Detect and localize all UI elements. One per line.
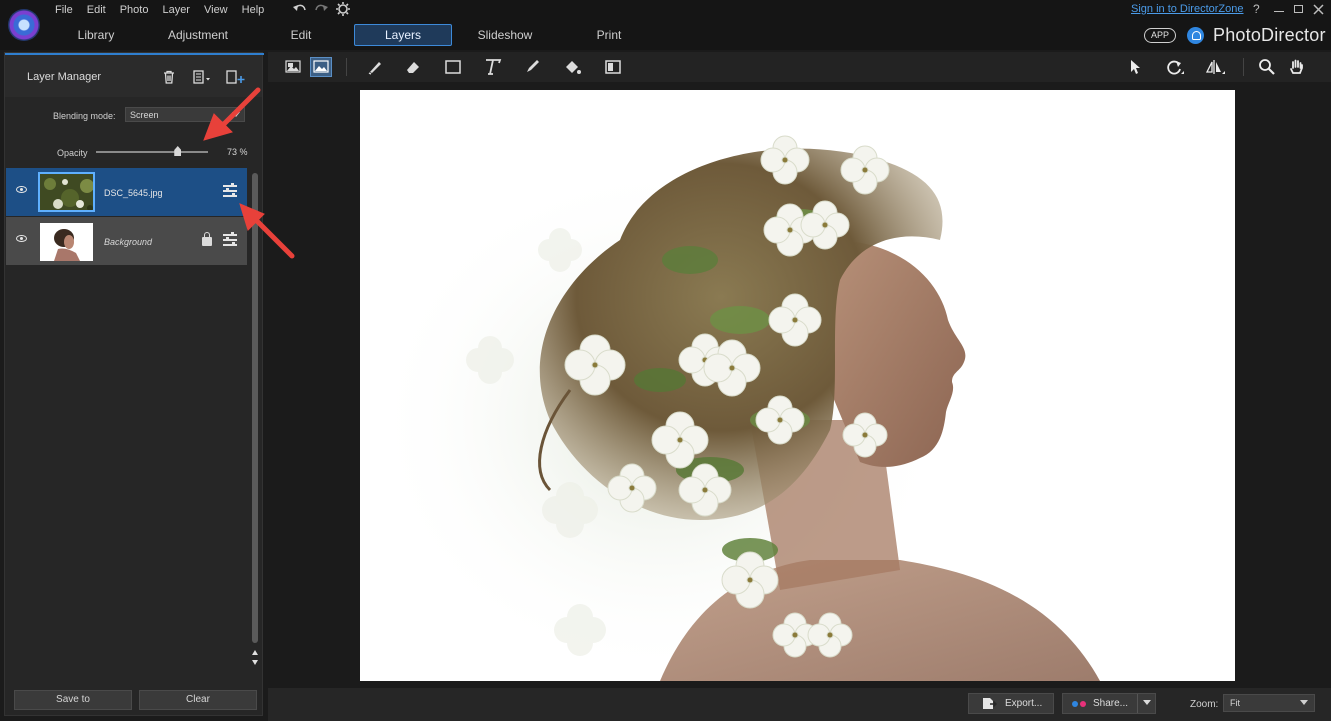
export-label: Export...: [1005, 698, 1043, 709]
panel-header: Layer Manager: [5, 55, 262, 97]
gradient-icon[interactable]: [602, 57, 624, 77]
toolbar-divider: [1243, 58, 1244, 76]
hand-icon[interactable]: [1286, 57, 1308, 77]
tab-slideshow[interactable]: Slideshow: [466, 24, 544, 46]
menu-photo[interactable]: Photo: [113, 2, 156, 18]
toolbar-divider: [346, 58, 347, 76]
opacity-label: Opacity: [57, 148, 88, 158]
settings-gear-icon[interactable]: [335, 1, 351, 17]
add-layer-icon[interactable]: [226, 70, 246, 84]
opacity-slider-track[interactable]: [96, 151, 208, 153]
restore-icon[interactable]: [1294, 5, 1303, 13]
zoom-select[interactable]: Fit: [1223, 694, 1315, 712]
blending-mode-label: Blending mode:: [53, 111, 116, 121]
menu-view[interactable]: View: [197, 2, 235, 18]
share-label: Share...: [1093, 698, 1129, 709]
panel-title: Layer Manager: [27, 71, 101, 83]
opacity-slider-thumb[interactable]: [174, 146, 182, 156]
layer-row-selected[interactable]: DSC_5645.jpg: [6, 168, 247, 216]
text-icon[interactable]: [482, 57, 504, 77]
duplicate-layer-icon[interactable]: [193, 70, 213, 84]
close-icon[interactable]: [1313, 4, 1324, 15]
layer-properties-icon[interactable]: [223, 183, 237, 197]
view-layer-mode-icon[interactable]: [282, 57, 304, 77]
clear-button[interactable]: Clear: [139, 690, 257, 710]
trash-icon[interactable]: [162, 70, 176, 84]
zoom-label: Zoom:: [1190, 699, 1219, 710]
bottom-bar: Export... Share... Zoom: Fit: [268, 688, 1331, 721]
layer-name: Background: [104, 237, 153, 247]
tab-edit[interactable]: Edit: [262, 24, 340, 46]
layer-thumbnail: [40, 223, 93, 261]
blending-mode-value: Screen: [130, 110, 159, 120]
brush-icon[interactable]: [364, 57, 386, 77]
view-photo-mode-icon[interactable]: [310, 57, 332, 77]
blending-mode-select[interactable]: Screen: [125, 107, 245, 122]
fill-icon[interactable]: [562, 57, 584, 77]
menu-bar: File Edit Photo Layer View Help: [48, 2, 271, 18]
scroll-up-icon[interactable]: [252, 650, 258, 655]
share-dot-blue-icon: [1072, 701, 1078, 707]
pen-icon[interactable]: [522, 57, 544, 77]
visibility-eye-icon[interactable]: [16, 235, 27, 242]
rectangle-icon[interactable]: [442, 57, 464, 77]
menu-layer[interactable]: Layer: [155, 2, 197, 18]
menu-file[interactable]: File: [48, 2, 80, 18]
layer-thumbnail: [38, 172, 95, 212]
tab-print[interactable]: Print: [570, 24, 648, 46]
menu-help[interactable]: Help: [235, 2, 272, 18]
brand-name: PhotoDirector: [1213, 25, 1326, 45]
export-icon: [983, 698, 997, 709]
share-divider: [1137, 694, 1138, 713]
opacity-value: 73 %: [227, 147, 248, 157]
signin-link[interactable]: Sign in to DirectorZone: [1131, 3, 1244, 15]
tab-layers[interactable]: Layers: [354, 24, 452, 46]
help-button[interactable]: ?: [1253, 2, 1260, 16]
double-exposure-portrait-image: [360, 90, 1235, 681]
layer-name: DSC_5645.jpg: [104, 188, 163, 198]
undo-icon[interactable]: [292, 1, 308, 17]
eraser-icon[interactable]: [402, 57, 424, 77]
app-badge[interactable]: APP: [1144, 28, 1176, 43]
select-arrow-icon[interactable]: [1124, 57, 1146, 77]
portrait-thumbnail-image: [40, 223, 93, 261]
share-dot-pink-icon: [1080, 701, 1086, 707]
zoom-value: Fit: [1230, 698, 1240, 708]
share-button[interactable]: Share...: [1062, 693, 1156, 714]
rotate-icon[interactable]: [1164, 57, 1186, 77]
app-logo: [8, 9, 40, 41]
redo-icon[interactable]: [313, 1, 329, 17]
flip-icon[interactable]: [1204, 57, 1226, 77]
visibility-eye-icon[interactable]: [16, 186, 27, 193]
scroll-down-icon[interactable]: [252, 660, 258, 665]
export-button[interactable]: Export...: [968, 693, 1054, 714]
tab-library[interactable]: Library: [56, 24, 136, 46]
minimize-icon[interactable]: [1274, 4, 1284, 12]
layer-row-background[interactable]: Background: [6, 217, 247, 265]
flower-thumbnail-image: [40, 174, 93, 210]
tab-adjustment[interactable]: Adjustment: [150, 24, 246, 46]
zoom-icon[interactable]: [1256, 57, 1278, 77]
notification-bell-icon[interactable]: [1187, 27, 1204, 44]
layers-scrollbar[interactable]: [252, 173, 258, 643]
chevron-down-icon[interactable]: [1143, 700, 1151, 705]
lock-icon[interactable]: [202, 232, 212, 246]
layer-properties-icon[interactable]: [223, 232, 237, 246]
save-to-button[interactable]: Save to: [14, 690, 132, 710]
layer-manager-panel: Layer Manager Blending mode: Screen Opac…: [4, 52, 264, 716]
photo-canvas[interactable]: [268, 82, 1331, 686]
title-bar: File Edit Photo Layer View Help Library …: [0, 0, 1331, 50]
menu-edit[interactable]: Edit: [80, 2, 113, 18]
photo-preview[interactable]: [360, 90, 1235, 681]
tool-bar: [268, 52, 1331, 82]
chevron-down-icon: [1300, 700, 1308, 705]
chevron-down-icon: [232, 112, 240, 117]
